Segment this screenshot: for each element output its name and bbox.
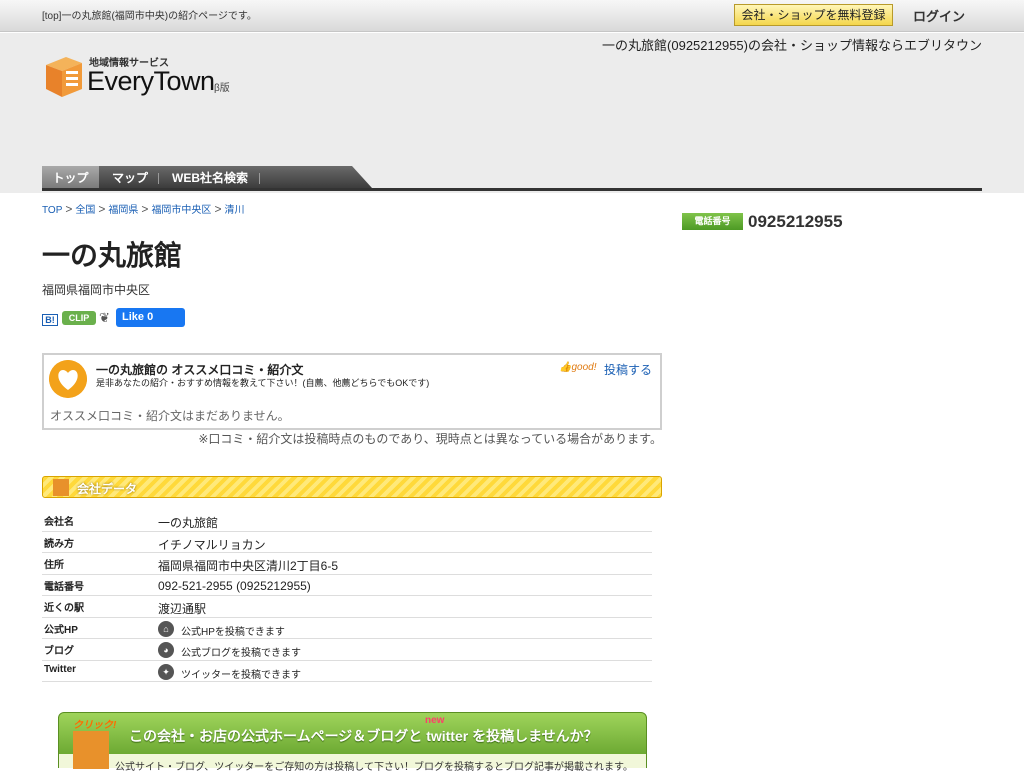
logo-beta: β版: [214, 83, 230, 94]
nav-web-search[interactable]: WEB社名検索: [172, 166, 248, 188]
row-label: 電話番号: [44, 581, 84, 593]
company-data-header: 会社データ: [42, 476, 662, 498]
nav-top[interactable]: トップ: [42, 166, 99, 188]
row-label: Twitter: [44, 663, 77, 675]
breadcrumb-separator: >: [141, 202, 149, 216]
table-row: Twitter ✦ ツイッターを投稿できます: [42, 661, 652, 682]
thumbs-up-icon: 👍good!: [559, 362, 597, 373]
main-nav: トップ マップ WEB社名検索: [42, 166, 982, 191]
breadcrumb-prefecture[interactable]: 福岡県: [108, 205, 138, 216]
logo-box-icon: [46, 57, 82, 97]
page-title: 一の丸旅館: [42, 240, 183, 271]
table-row: 会社名 一の丸旅館: [42, 510, 652, 532]
nav-separator: [158, 173, 159, 184]
banner-click-label: クリック!: [73, 720, 117, 731]
login-link[interactable]: ログイン: [913, 6, 965, 25]
hatena-bookmark-button[interactable]: B!: [42, 314, 58, 326]
row-value: 福岡県福岡市中央区清川2丁目6-5: [158, 559, 339, 573]
table-row: 電話番号 092-521-2955 (0925212955): [42, 575, 652, 596]
row-value: イチノマルリョカン: [158, 537, 266, 552]
breadcrumb-area[interactable]: 清川: [224, 205, 244, 216]
breadcrumb-separator: >: [214, 202, 222, 216]
breadcrumb-top[interactable]: TOP: [42, 205, 62, 216]
post-twitter-link[interactable]: ツイッターを投稿できます: [181, 666, 301, 681]
address-short: 福岡県福岡市中央区: [42, 283, 151, 297]
clip-button[interactable]: CLIP: [62, 311, 96, 325]
review-subtitle: 是非あなたの紹介・おすすめ情報を教えて下さい！(自薦、他薦どちらでもOKです): [96, 378, 430, 388]
banner-subtext: 公式サイト・ブログ、ツイッターをご存知の方は投稿して下さい！ブログを投稿するとブ…: [115, 762, 633, 773]
review-note: ※口コミ・紹介文は投稿時点のものであり、現時点とは異なっている場合があります。: [198, 432, 662, 446]
breadcrumb-nationwide[interactable]: 全国: [75, 205, 95, 216]
breadcrumb: TOP > 全国 > 福岡県 > 福岡市中央区 > 清川: [42, 201, 244, 216]
home-icon[interactable]: ⌂: [158, 620, 174, 637]
review-box: 一の丸旅館の オススメ口コミ・紹介文 是非あなたの紹介・おすすめ情報を教えて下さ…: [42, 353, 662, 430]
row-label: 読み方: [44, 538, 74, 550]
logo-wordmark: EveryTown: [87, 66, 215, 96]
evernote-icon[interactable]: ❦: [99, 310, 113, 326]
twitter-bird-icon[interactable]: ✦: [158, 663, 174, 680]
page-description: [top]一の丸旅館(福岡市中央)の紹介ページです。: [42, 11, 257, 22]
post-blog-link[interactable]: 公式ブログを投稿できます: [181, 644, 301, 659]
row-label: 会社名: [44, 517, 74, 528]
heart-icon: [49, 360, 87, 398]
nav-separator: [259, 173, 260, 184]
rss-icon[interactable]: ◕: [158, 642, 174, 658]
table-row: 公式HP ⌂ 公式HPを投稿できます: [42, 618, 652, 639]
nav-underline: [42, 188, 982, 191]
post-official-site-banner[interactable]: クリック! new この会社・お店の公式ホームページ＆ブログと twitter …: [58, 712, 647, 773]
breadcrumb-separator: >: [98, 202, 106, 216]
site-tagline: 一の丸旅館(0925212955)の会社・ショップ情報ならエブリタウン: [602, 38, 982, 53]
good-label: good!: [571, 362, 597, 373]
row-label: 公式HP: [44, 624, 78, 636]
table-row: 住所 福岡県福岡市中央区清川2丁目6-5: [42, 553, 652, 575]
row-value: 一の丸旅館: [158, 516, 219, 530]
company-data-table: 会社名 一の丸旅館 読み方 イチノマルリョカン 住所 福岡県福岡市中央区清川2丁…: [42, 510, 652, 682]
banner-new-badge: new: [425, 715, 445, 726]
banner-box-icon: [73, 731, 109, 769]
box-icon: [53, 479, 69, 496]
phone-badge: 電話番号: [682, 213, 743, 230]
row-label: 住所: [44, 560, 64, 571]
site-header: 一の丸旅館(0925212955)の会社・ショップ情報ならエブリタウン 地域情報…: [0, 33, 1024, 193]
banner-text: この会社・お店の公式ホームページ＆ブログと twitter を投稿しませんか？: [129, 728, 598, 744]
company-data-title: 会社データ: [77, 482, 138, 496]
row-value: 092-521-2955 (0925212955): [158, 578, 311, 593]
row-label: 近くの駅: [44, 603, 84, 614]
row-value: 渡辺通駅: [158, 602, 207, 616]
phone-number: 0925212955: [748, 212, 843, 231]
review-empty-text: オススメ口コミ・紹介文はまだありません。: [50, 409, 290, 423]
row-label: ブログ: [44, 646, 74, 657]
everytown-logo[interactable]: 地域情報サービス EveryTown β版: [44, 53, 244, 101]
table-row: 近くの駅 渡辺通駅: [42, 596, 652, 618]
breadcrumb-ward[interactable]: 福岡市中央区: [151, 205, 211, 216]
post-review-link[interactable]: 投稿する: [604, 361, 652, 378]
nav-map[interactable]: マップ: [112, 166, 148, 188]
register-company-button[interactable]: 会社・ショップを無料登録: [734, 4, 893, 26]
table-row: ブログ ◕ 公式ブログを投稿できます: [42, 639, 652, 661]
top-bar: [top]一の丸旅館(福岡市中央)の紹介ページです。 会社・ショップを無料登録 …: [0, 0, 1024, 32]
table-row: 読み方 イチノマルリョカン: [42, 532, 652, 553]
facebook-like-button[interactable]: Like 0: [116, 308, 185, 327]
breadcrumb-separator: >: [65, 202, 73, 216]
post-homepage-link[interactable]: 公式HPを投稿できます: [181, 623, 285, 638]
